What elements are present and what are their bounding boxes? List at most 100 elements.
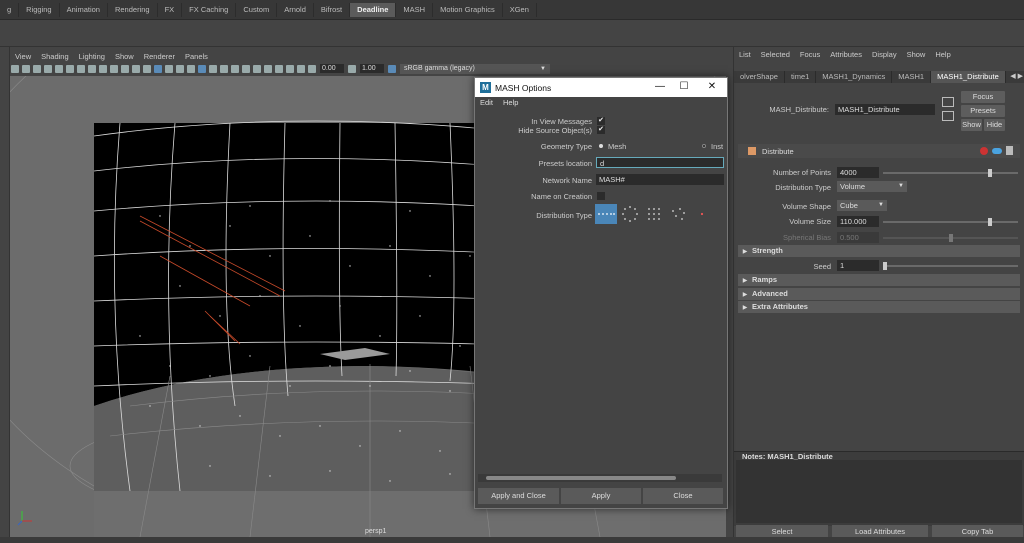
ae-menu-selected[interactable]: Selected — [756, 50, 795, 62]
shelf-tab-custom[interactable]: Custom — [236, 2, 278, 17]
geometry-mesh-radio[interactable] — [599, 144, 603, 148]
field-chart-icon[interactable] — [121, 64, 129, 73]
image-plane-icon[interactable] — [44, 64, 52, 73]
delete-node-icon[interactable] — [980, 147, 988, 155]
seed-field[interactable]: 1 — [837, 260, 879, 271]
shelf-tab-motion-graphics[interactable]: Motion Graphics — [433, 2, 503, 17]
resolution-gate-icon[interactable] — [99, 64, 107, 73]
viewport-menu-view[interactable]: View — [10, 52, 36, 61]
hide-button[interactable]: Hide — [984, 119, 1005, 131]
shelf-tab-arnold[interactable]: Arnold — [277, 2, 314, 17]
section-ramps[interactable]: ▶ Ramps — [738, 274, 1020, 286]
default-material-icon[interactable] — [176, 64, 184, 73]
notes-textarea[interactable] — [736, 460, 1022, 523]
dist-type-dropdown[interactable]: Volume ▼ — [837, 181, 907, 192]
output-connection-icon[interactable] — [942, 111, 954, 121]
dist-linear-icon[interactable] — [595, 204, 617, 224]
presets-button[interactable]: Presets — [961, 105, 1005, 117]
hide-source-checkbox[interactable]: ✔ — [597, 126, 605, 134]
color-management-icon[interactable] — [388, 64, 396, 73]
dialog-menu-edit[interactable]: Edit — [475, 98, 498, 110]
num-points-slider[interactable] — [883, 172, 1018, 174]
ae-tab-mash1-distribute[interactable]: MASH1_Distribute — [931, 71, 1006, 83]
ae-menu-focus[interactable]: Focus — [795, 50, 825, 62]
vol-size-slider[interactable] — [883, 221, 1018, 223]
shelf-tab-rendering[interactable]: Rendering — [108, 2, 158, 17]
xray-active-icon[interactable] — [297, 64, 305, 73]
ae-menu-show[interactable]: Show — [902, 50, 931, 62]
section-strength[interactable]: ▶ Strength — [738, 245, 1020, 257]
dist-radial-icon[interactable] — [619, 204, 641, 224]
ae-menu-list[interactable]: List — [734, 50, 756, 62]
close-icon[interactable]: ✕ — [705, 81, 719, 93]
viewport-menu-lighting[interactable]: Lighting — [74, 52, 110, 61]
seed-slider[interactable] — [883, 265, 1018, 267]
num-points-field[interactable]: 4000 — [837, 167, 879, 178]
lights-icon[interactable] — [209, 64, 217, 73]
smooth-shade-icon[interactable] — [165, 64, 173, 73]
input-connection-icon[interactable] — [942, 97, 954, 107]
motion-blur-icon[interactable] — [242, 64, 250, 73]
dialog-horizontal-scrollbar[interactable] — [478, 474, 722, 482]
viewport-menu-shading[interactable]: Shading — [36, 52, 74, 61]
ae-tab-olvershape[interactable]: olverShape — [734, 71, 785, 83]
gate-mask-icon[interactable] — [110, 64, 118, 73]
minimize-icon[interactable]: — — [653, 81, 667, 93]
in-view-messages-checkbox[interactable]: ✔ — [597, 117, 605, 125]
viewport-menu-show[interactable]: Show — [110, 52, 139, 61]
ae-menu-help[interactable]: Help — [930, 50, 955, 62]
vol-size-slider-handle[interactable] — [987, 218, 992, 226]
2d-pan-zoom-icon[interactable] — [55, 64, 63, 73]
shelf-tab-rigging[interactable]: Rigging — [19, 2, 60, 17]
toggle-enable-icon[interactable] — [992, 148, 1002, 154]
geometry-instancer-radio[interactable] — [702, 144, 706, 148]
show-button[interactable]: Show — [961, 119, 982, 131]
gamma-icon[interactable] — [348, 64, 356, 73]
grease-pencil-icon[interactable] — [66, 64, 74, 73]
shelf-tab-mash[interactable]: MASH — [396, 2, 434, 17]
ae-tab-mash1[interactable]: MASH1 — [892, 71, 932, 83]
seed-slider-handle[interactable] — [883, 262, 887, 270]
anti-alias-icon[interactable] — [253, 64, 261, 73]
scrollbar-thumb[interactable] — [486, 476, 676, 480]
textured-icon[interactable] — [187, 64, 195, 73]
xray-icon[interactable] — [198, 64, 206, 73]
shelf-tab-xgen[interactable]: XGen — [503, 2, 537, 17]
shelf-tab-bifrost[interactable]: Bifrost — [314, 2, 351, 17]
apply-and-close-button[interactable]: Apply and Close — [478, 488, 559, 504]
select-camera-icon[interactable] — [11, 64, 19, 73]
shelf-tab-animation[interactable]: Animation — [60, 2, 108, 17]
gamma-field[interactable]: 1.00 — [360, 64, 384, 73]
shelf-tab-fx[interactable]: FX — [158, 2, 183, 17]
exposure-icon[interactable] — [308, 64, 316, 73]
network-name-input[interactable]: MASH# — [596, 174, 724, 185]
dist-single-point-icon[interactable] — [691, 204, 713, 224]
name-on-creation-checkbox[interactable] — [597, 192, 605, 200]
viewport-menu-panels[interactable]: Panels — [180, 52, 213, 61]
focus-button[interactable]: Focus — [961, 91, 1005, 103]
ae-tab-time1[interactable]: time1 — [785, 71, 817, 83]
shelf-tab-fx-caching[interactable]: FX Caching — [182, 2, 237, 17]
grid-icon[interactable] — [77, 64, 85, 73]
ambient-occlusion-icon[interactable] — [231, 64, 239, 73]
dialog-titlebar[interactable]: M MASH Options — ☐ ✕ — [475, 78, 727, 97]
safe-action-icon[interactable] — [132, 64, 140, 73]
dist-scatter-icon[interactable] — [667, 204, 689, 224]
shelf-tab-deadline[interactable]: Deadline — [350, 2, 397, 17]
dialog-menu-help[interactable]: Help — [498, 98, 523, 110]
color-space-dropdown[interactable]: sRGB gamma (legacy) ▼ — [400, 63, 550, 74]
depth-of-field-icon[interactable] — [264, 64, 272, 73]
isolate-select-icon[interactable] — [275, 64, 283, 73]
wireframe-icon[interactable] — [154, 64, 162, 73]
section-extra-attributes[interactable]: ▶ Extra Attributes — [738, 301, 1020, 313]
apply-button[interactable]: Apply — [561, 488, 641, 504]
ae-menu-attributes[interactable]: Attributes — [825, 50, 867, 62]
presets-location-input[interactable]: d — [596, 157, 724, 168]
ae-menu-display[interactable]: Display — [867, 50, 902, 62]
camera-attributes-icon[interactable] — [22, 64, 30, 73]
num-points-slider-handle[interactable] — [987, 169, 992, 177]
xray-joints-icon[interactable] — [286, 64, 294, 73]
ae-tab-mash1-dynamics[interactable]: MASH1_Dynamics — [816, 71, 893, 83]
shelf-tab-g[interactable]: g — [0, 2, 20, 17]
shadows-icon[interactable] — [220, 64, 228, 73]
